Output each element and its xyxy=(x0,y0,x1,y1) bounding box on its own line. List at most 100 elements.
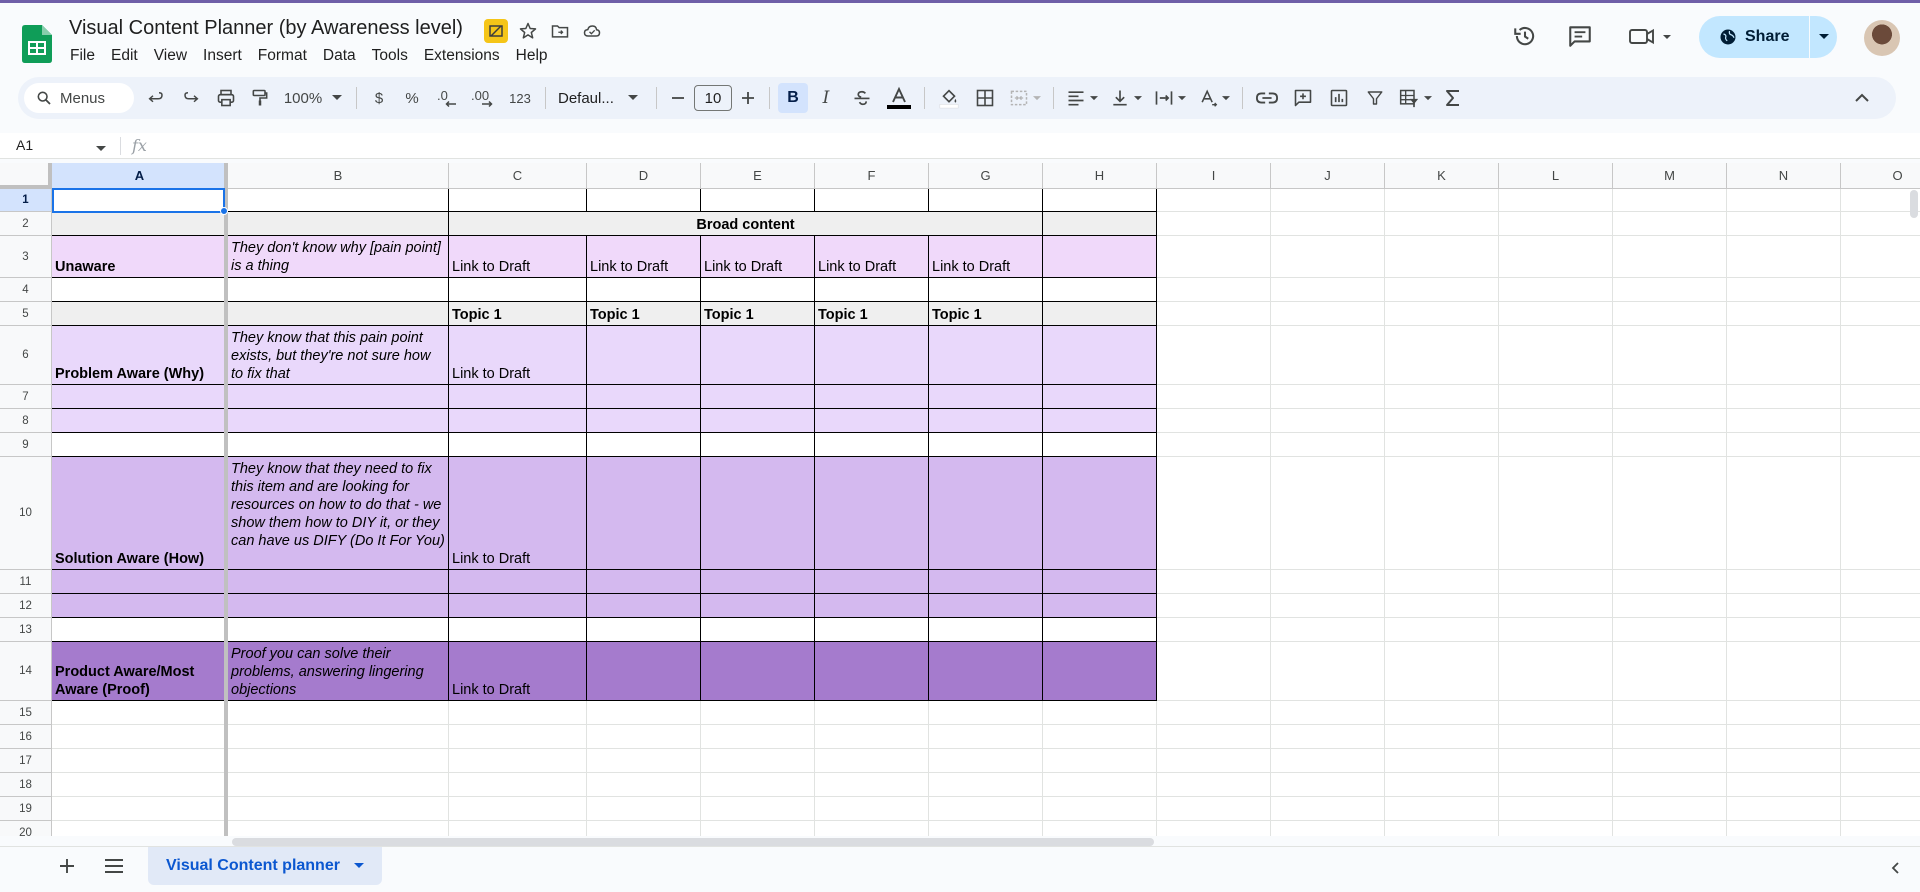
cell-h3[interactable] xyxy=(1043,236,1157,278)
topic-1-c[interactable]: Topic 1 xyxy=(449,302,587,326)
cell-d20[interactable] xyxy=(587,821,701,836)
cell-m11[interactable] xyxy=(1613,570,1727,594)
cell-h15[interactable] xyxy=(1043,701,1157,725)
cell-m19[interactable] xyxy=(1613,797,1727,821)
cell-n12[interactable] xyxy=(1727,594,1841,618)
cell-n15[interactable] xyxy=(1727,701,1841,725)
cell-c4[interactable] xyxy=(449,278,587,302)
sheets-logo-icon[interactable] xyxy=(22,25,52,63)
insert-comment-icon[interactable] xyxy=(1285,82,1321,114)
cell-b9[interactable] xyxy=(228,433,449,457)
cell-c19[interactable] xyxy=(449,797,587,821)
cell-g1[interactable] xyxy=(929,189,1043,212)
cell-f17[interactable] xyxy=(815,749,929,773)
cell-n13[interactable] xyxy=(1727,618,1841,642)
desc-problem-aware[interactable]: They know that this pain point exists, b… xyxy=(228,326,449,385)
cell-h18[interactable] xyxy=(1043,773,1157,797)
cell-o10[interactable] xyxy=(1841,457,1920,570)
cell-b7[interactable] xyxy=(228,385,449,409)
cell-c20[interactable] xyxy=(449,821,587,836)
cell-l1[interactable] xyxy=(1499,189,1613,212)
cell-h14[interactable] xyxy=(1043,642,1157,701)
cell-m9[interactable] xyxy=(1613,433,1727,457)
cell-i19[interactable] xyxy=(1157,797,1271,821)
cell-b5[interactable] xyxy=(228,302,449,326)
font-size-value[interactable]: 10 xyxy=(694,85,732,111)
row-header-6[interactable]: 6 xyxy=(0,326,52,385)
cell-o2[interactable] xyxy=(1841,212,1920,236)
cell-b8[interactable] xyxy=(228,409,449,433)
cell-f18[interactable] xyxy=(815,773,929,797)
column-header-h[interactable]: H xyxy=(1043,163,1157,189)
cell-l2[interactable] xyxy=(1499,212,1613,236)
cell-g12[interactable] xyxy=(929,594,1043,618)
strikethrough-icon[interactable] xyxy=(844,82,880,114)
freeze-column-divider[interactable] xyxy=(224,163,228,836)
row-header-3[interactable]: 3 xyxy=(0,236,52,278)
column-header-a[interactable]: A xyxy=(52,163,228,189)
cell-e13[interactable] xyxy=(701,618,815,642)
label-problem-aware[interactable]: Problem Aware (Why) xyxy=(52,326,228,385)
cell-f14[interactable] xyxy=(815,642,929,701)
cell-i10[interactable] xyxy=(1157,457,1271,570)
cell-k13[interactable] xyxy=(1385,618,1499,642)
cell-o13[interactable] xyxy=(1841,618,1920,642)
row-header-13[interactable]: 13 xyxy=(0,618,52,642)
cell-j10[interactable] xyxy=(1271,457,1385,570)
cell-c7[interactable] xyxy=(449,385,587,409)
topic-1-f[interactable]: Topic 1 xyxy=(815,302,929,326)
row-header-10[interactable]: 10 xyxy=(0,457,52,570)
cell-n16[interactable] xyxy=(1727,725,1841,749)
cell-l18[interactable] xyxy=(1499,773,1613,797)
cell-f9[interactable] xyxy=(815,433,929,457)
cell-l9[interactable] xyxy=(1499,433,1613,457)
menu-extensions[interactable]: Extensions xyxy=(416,47,508,65)
cloud-status-icon[interactable] xyxy=(580,19,604,43)
cell-a20[interactable] xyxy=(52,821,228,836)
cell-g16[interactable] xyxy=(929,725,1043,749)
cell-f7[interactable] xyxy=(815,385,929,409)
row-header-20[interactable]: 20 xyxy=(0,821,52,836)
cell-h16[interactable] xyxy=(1043,725,1157,749)
cell-n11[interactable] xyxy=(1727,570,1841,594)
cell-f16[interactable] xyxy=(815,725,929,749)
column-header-m[interactable]: M xyxy=(1613,163,1727,189)
cell-c11[interactable] xyxy=(449,570,587,594)
desc-unaware[interactable]: They don't know why [pain point] is a th… xyxy=(228,236,449,278)
row-header-1[interactable]: 1 xyxy=(0,189,52,212)
cell-i12[interactable] xyxy=(1157,594,1271,618)
cell-m4[interactable] xyxy=(1613,278,1727,302)
label-product-aware[interactable]: Product Aware/Most Aware (Proof) xyxy=(52,642,228,701)
cell-d8[interactable] xyxy=(587,409,701,433)
cell-k7[interactable] xyxy=(1385,385,1499,409)
cell-m18[interactable] xyxy=(1613,773,1727,797)
cell-m10[interactable] xyxy=(1613,457,1727,570)
cell-n18[interactable] xyxy=(1727,773,1841,797)
cell-f11[interactable] xyxy=(815,570,929,594)
decrease-font-size-icon[interactable] xyxy=(663,82,693,114)
cell-f12[interactable] xyxy=(815,594,929,618)
cell-h6[interactable] xyxy=(1043,326,1157,385)
column-header-i[interactable]: I xyxy=(1157,163,1271,189)
insert-chart-icon[interactable] xyxy=(1321,82,1357,114)
cell-j19[interactable] xyxy=(1271,797,1385,821)
horizontal-align-icon[interactable] xyxy=(1060,82,1104,114)
paint-format-icon[interactable] xyxy=(244,82,276,114)
link-to-draft-c14[interactable]: Link to Draft xyxy=(449,642,587,701)
cell-d17[interactable] xyxy=(587,749,701,773)
cell-l10[interactable] xyxy=(1499,457,1613,570)
row-header-5[interactable]: 5 xyxy=(0,302,52,326)
link-to-draft-c6[interactable]: Link to Draft xyxy=(449,326,587,385)
fill-color-icon[interactable] xyxy=(931,82,967,114)
column-header-g[interactable]: G xyxy=(929,163,1043,189)
cell-n1[interactable] xyxy=(1727,189,1841,212)
cell-k11[interactable] xyxy=(1385,570,1499,594)
cell-j16[interactable] xyxy=(1271,725,1385,749)
cell-o19[interactable] xyxy=(1841,797,1920,821)
cell-l3[interactable] xyxy=(1499,236,1613,278)
cell-h10[interactable] xyxy=(1043,457,1157,570)
menu-file[interactable]: File xyxy=(62,47,103,65)
share-dropdown-icon[interactable] xyxy=(1810,16,1837,58)
cell-a2[interactable] xyxy=(52,212,228,236)
cell-n10[interactable] xyxy=(1727,457,1841,570)
